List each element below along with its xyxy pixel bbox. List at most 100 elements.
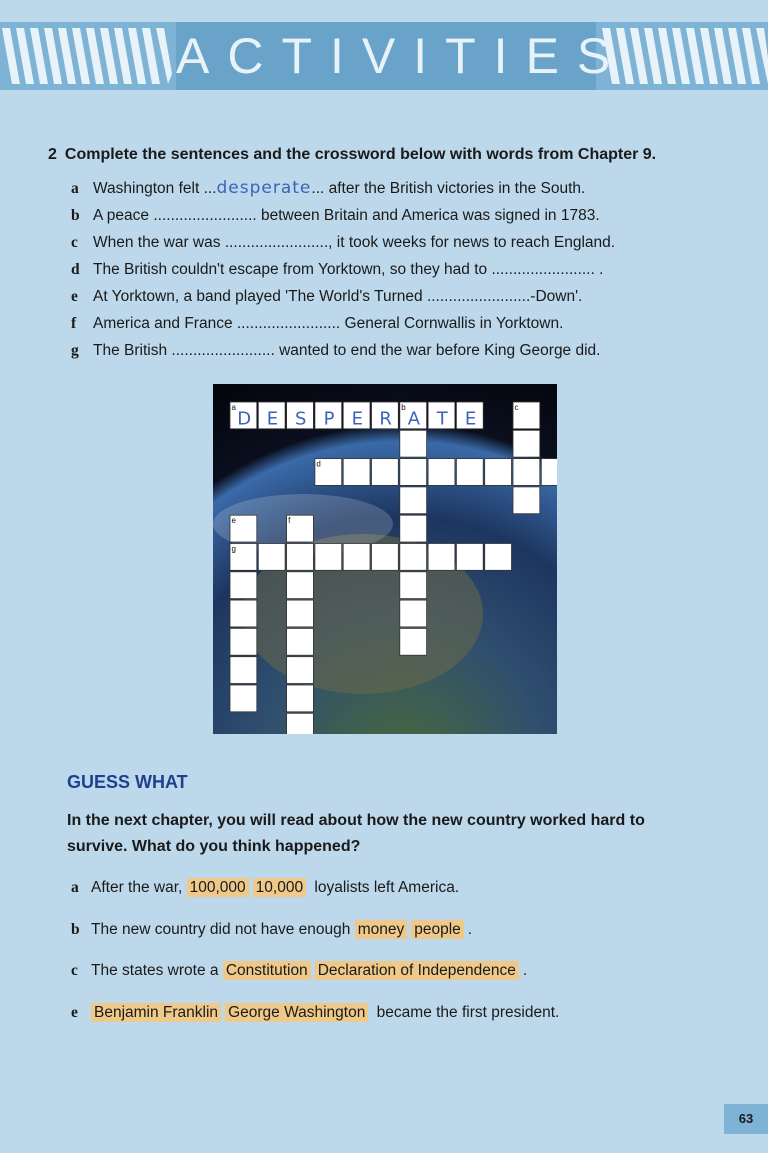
crossword-letter: E bbox=[352, 408, 363, 429]
sentence-text-after: -Down'. bbox=[530, 288, 583, 305]
option-text-after: . bbox=[467, 921, 473, 938]
crossword-cell[interactable] bbox=[399, 627, 428, 656]
crossword-cell[interactable] bbox=[512, 429, 541, 458]
option-choice-2[interactable]: 10,000 bbox=[252, 878, 307, 897]
option-letter: c bbox=[71, 962, 78, 979]
crossword-cell[interactable] bbox=[342, 543, 371, 571]
crossword-letter: P bbox=[324, 408, 335, 429]
crossword-cell[interactable] bbox=[286, 684, 314, 713]
exercise-instruction: Complete the sentences and the crossword… bbox=[64, 146, 657, 163]
answer-dots-before: ........................ bbox=[491, 261, 595, 278]
clue-label-b: b bbox=[401, 403, 406, 412]
crossword-cell[interactable] bbox=[371, 458, 399, 486]
option-text-after: loyalists left America. bbox=[310, 879, 460, 896]
crossword-cell[interactable] bbox=[286, 627, 314, 656]
crossword-cell[interactable] bbox=[286, 571, 314, 600]
crossword-cell[interactable] bbox=[512, 458, 541, 486]
sentence-text-before: When the war was bbox=[93, 234, 221, 251]
option-choice-2[interactable]: George Washington bbox=[225, 1003, 369, 1022]
sentence-letter: f bbox=[71, 315, 77, 332]
crossword-letter: S bbox=[295, 408, 306, 429]
sentence-text-after: , it took weeks for news to reach Englan… bbox=[328, 234, 616, 251]
answer-dots-before: ........................ bbox=[171, 342, 275, 359]
guess-what-title: GUESS WHAT bbox=[67, 772, 188, 792]
crossword-cell[interactable] bbox=[371, 543, 399, 571]
crossword-cell[interactable] bbox=[286, 656, 314, 684]
crossword-cell[interactable] bbox=[257, 543, 286, 571]
sentence-e: e At Yorktown, a band played 'The World's… bbox=[71, 286, 582, 306]
sentence-c: c When the war was ......................… bbox=[71, 232, 615, 252]
answer-dots-before: ........................ bbox=[224, 234, 329, 251]
sentence-text-after: . bbox=[594, 261, 604, 278]
sentence-a: a Washington felt ...desperate... after t… bbox=[71, 178, 585, 198]
answer-dots-after: ... bbox=[311, 180, 325, 197]
sentence-text-before: America and France bbox=[93, 315, 233, 332]
crossword-cell[interactable] bbox=[484, 543, 512, 571]
option-letter: e bbox=[71, 1004, 78, 1021]
option-letter: b bbox=[71, 921, 80, 938]
crossword-cell[interactable] bbox=[314, 543, 343, 571]
guess-option-a: a After the war, 100,000 10,000 loyalists … bbox=[71, 878, 460, 897]
sentence-f: f America and France ....................… bbox=[71, 313, 563, 333]
crossword-letter: R bbox=[379, 408, 392, 429]
crossword-cell[interactable] bbox=[286, 543, 314, 571]
crossword-cell[interactable] bbox=[399, 486, 428, 515]
crossword-cell[interactable] bbox=[484, 458, 512, 486]
guess-option-e: e Benjamin Franklin George Washington beca… bbox=[71, 1003, 560, 1022]
crossword-cell[interactable] bbox=[399, 543, 428, 571]
sentence-letter: e bbox=[71, 288, 78, 305]
crossword-letter: D bbox=[237, 408, 251, 429]
crossword-cell[interactable] bbox=[286, 514, 314, 543]
option-text-before: The new country did not have enough bbox=[91, 921, 351, 938]
option-choice-2[interactable]: Declaration of Independence bbox=[314, 961, 519, 980]
crossword-puzzle: abcdefgDESPERATE bbox=[213, 384, 557, 734]
sentence-letter: c bbox=[71, 234, 78, 251]
crossword-cell[interactable] bbox=[455, 458, 484, 486]
crossword-cell[interactable] bbox=[229, 599, 258, 628]
page-number: 63 bbox=[724, 1104, 768, 1134]
clue-label-g: g bbox=[232, 545, 236, 554]
option-choice-1[interactable]: Constitution bbox=[222, 961, 311, 980]
activities-banner: ACTIVITIES bbox=[0, 22, 768, 90]
crossword-cell[interactable] bbox=[512, 486, 541, 515]
clue-label-a: a bbox=[232, 403, 237, 412]
crossword-cell[interactable] bbox=[286, 712, 314, 734]
sentence-g: g The British ........................ wa… bbox=[71, 340, 600, 360]
crossword-cell[interactable] bbox=[229, 627, 258, 656]
crossword-cell[interactable] bbox=[399, 429, 428, 458]
option-text-after: . bbox=[522, 962, 528, 979]
crossword-cell[interactable] bbox=[399, 514, 428, 543]
option-choice-1[interactable]: money bbox=[354, 920, 408, 939]
crossword-letter: E bbox=[267, 408, 278, 429]
clue-label-d: d bbox=[316, 460, 320, 469]
crossword-cell[interactable] bbox=[427, 543, 456, 571]
option-text-before: The states wrote a bbox=[91, 962, 219, 979]
crossword-cell[interactable] bbox=[286, 599, 314, 628]
crossword-cell[interactable] bbox=[229, 571, 258, 600]
crossword-cell[interactable] bbox=[399, 458, 428, 486]
answer-dots-before: ........................ bbox=[153, 207, 257, 224]
sentence-letter: a bbox=[71, 180, 79, 197]
crossword-cell[interactable] bbox=[229, 684, 258, 713]
option-choice-2[interactable]: people bbox=[411, 920, 464, 939]
crossword-letter: A bbox=[408, 408, 421, 429]
crossword-cell[interactable] bbox=[540, 458, 557, 486]
exercise-heading: 2 Complete the sentences and the crosswor… bbox=[48, 146, 656, 164]
option-text-after: became the first president. bbox=[372, 1004, 560, 1021]
crossword-cell[interactable] bbox=[342, 458, 371, 486]
crossword-cell[interactable] bbox=[399, 599, 428, 628]
banner-title: ACTIVITIES bbox=[176, 22, 610, 90]
sentence-text-after: between Britain and America was signed i… bbox=[256, 207, 600, 224]
crossword-cell[interactable] bbox=[455, 543, 484, 571]
sentence-letter: g bbox=[71, 342, 79, 359]
crossword-letter: E bbox=[465, 408, 476, 429]
crossword-cell[interactable] bbox=[229, 656, 258, 684]
option-choice-1[interactable]: Benjamin Franklin bbox=[91, 1003, 222, 1022]
option-choice-1[interactable]: 100,000 bbox=[186, 878, 249, 897]
option-letter: a bbox=[71, 879, 79, 896]
crossword-cell[interactable] bbox=[399, 571, 428, 600]
answer-dots-before: ........................ bbox=[426, 288, 531, 305]
sentence-text-after: after the British victories in the South… bbox=[324, 180, 586, 197]
sentence-text-before: The British bbox=[93, 342, 168, 359]
crossword-cell[interactable] bbox=[427, 458, 456, 486]
